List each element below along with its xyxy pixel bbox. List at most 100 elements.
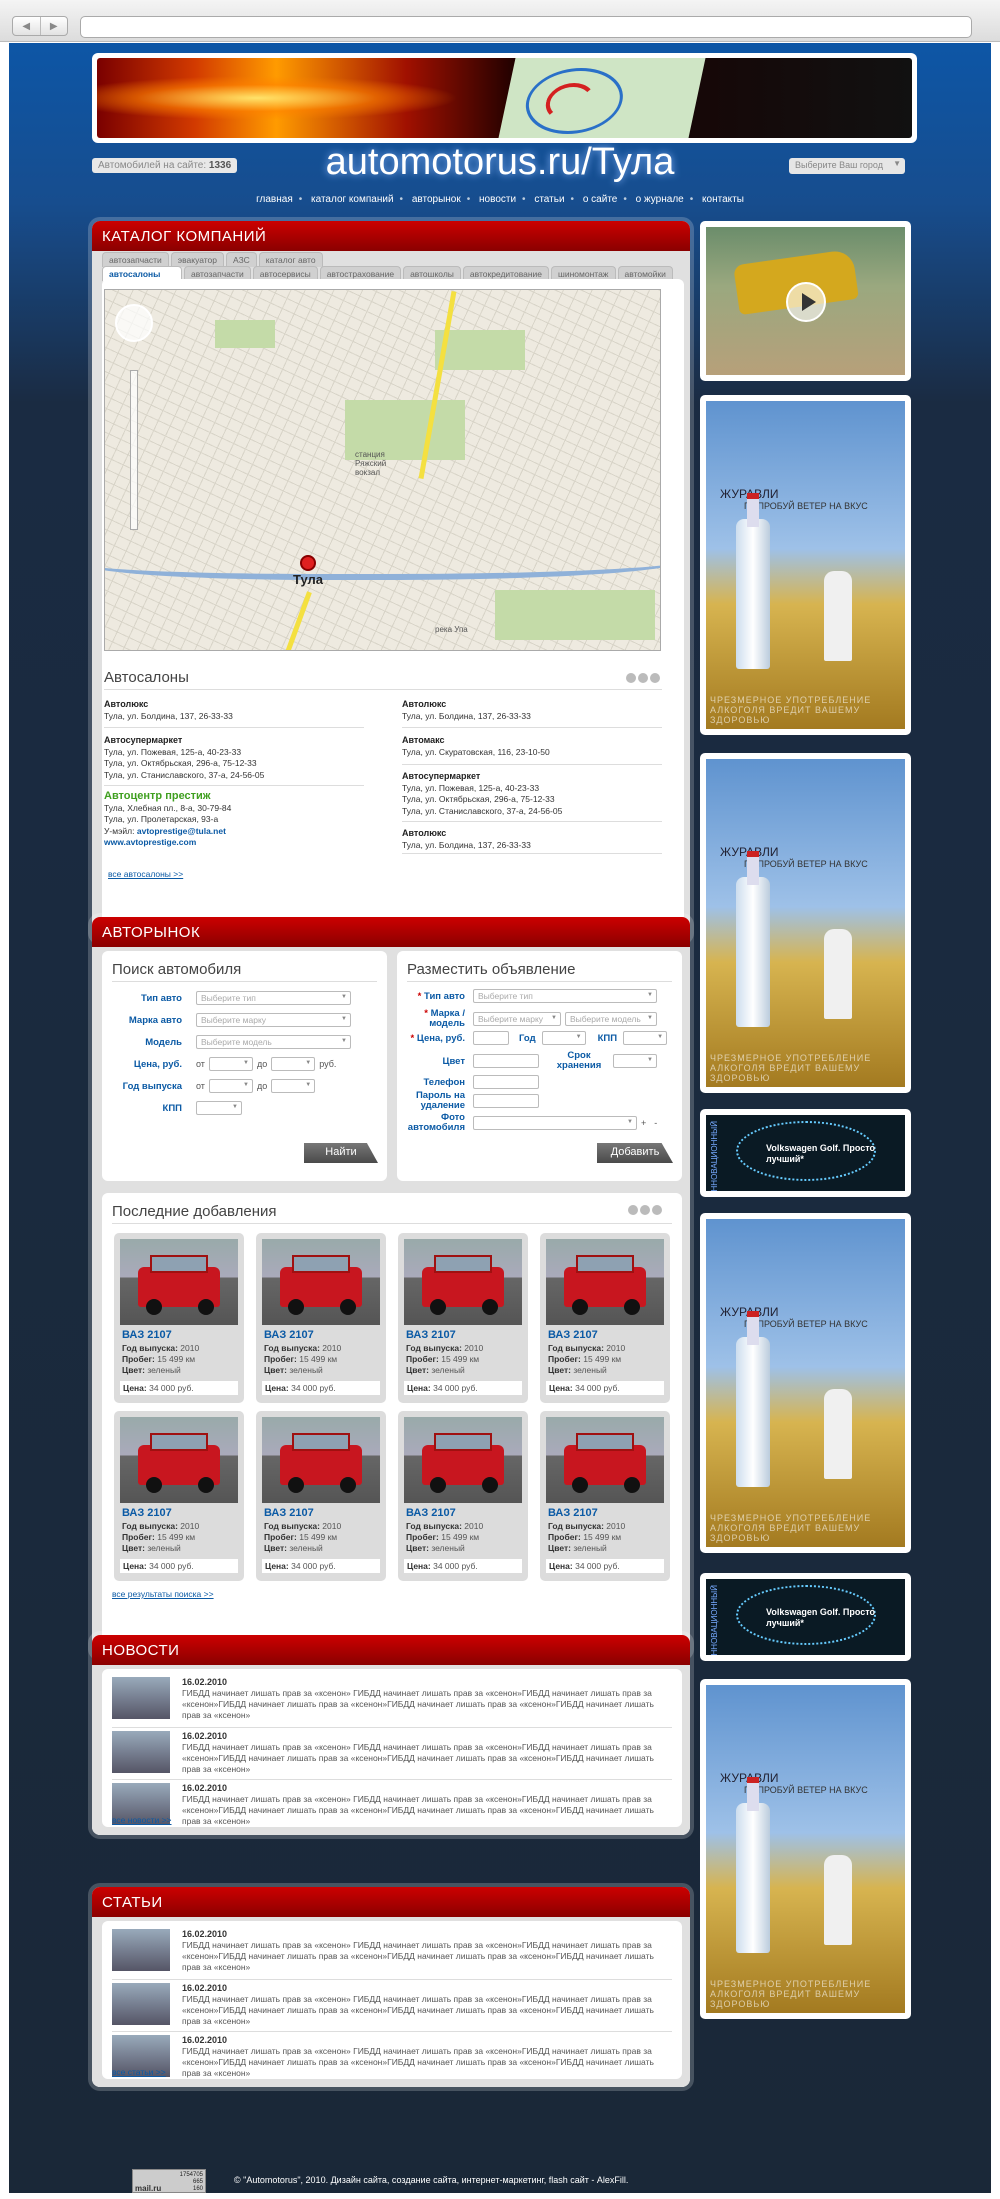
dealer-entry[interactable]: Автомакс Тула, ул. Скуратовская, 116, 23-… — [402, 735, 550, 758]
post-brand-select[interactable]: Выберите марку — [473, 1012, 561, 1026]
car-name[interactable]: ВАЗ 2107 — [548, 1507, 598, 1519]
vodka-ad[interactable]: ЖУРАВЛИПОПРОБУЙ ВЕТЕР НА ВКУСЧРЕЗМЕРНОЕ … — [700, 1679, 911, 2019]
dealer-site-link[interactable]: www.avtoprestige.com — [104, 837, 196, 847]
post-kpp-select[interactable] — [623, 1031, 668, 1045]
car-photo[interactable] — [262, 1239, 380, 1325]
car-card[interactable]: ВАЗ 2107 Год выпуска: 2010 Пробег: 15 499 … — [256, 1411, 386, 1581]
vodka-ad[interactable]: ЖУРАВЛИПОПРОБУЙ ВЕТЕР НА ВКУСЧРЕЗМЕРНОЕ … — [700, 395, 911, 735]
car-card[interactable]: ВАЗ 2107 Год выпуска: 2010 Пробег: 15 499 … — [114, 1233, 244, 1403]
tab-tow[interactable]: эвакуатор — [170, 252, 225, 267]
article-item[interactable]: 16.02.2010 ГИБДД начинает лишать прав за … — [112, 1929, 672, 1981]
post-password-input[interactable] — [473, 1094, 539, 1108]
nav-articles[interactable]: статьи — [534, 194, 564, 205]
add-button[interactable]: Добавить — [597, 1143, 673, 1163]
video-ad[interactable] — [700, 221, 911, 381]
car-card[interactable]: ВАЗ 2107 Год выпуска: 2010 Пробег: 15 499 … — [398, 1233, 528, 1403]
forward-icon[interactable]: ▶ — [41, 17, 68, 35]
city-select[interactable]: ▼ Выберите Ваш город — [789, 158, 905, 174]
search-model-select[interactable]: Выберите модель — [196, 1035, 351, 1049]
price-to-select[interactable] — [271, 1057, 316, 1071]
car-name[interactable]: ВАЗ 2107 — [122, 1329, 172, 1341]
map-pan-control[interactable] — [115, 304, 153, 342]
tab-gas[interactable]: АЗС — [226, 252, 257, 267]
vw-ad[interactable]: ИННОВАЦИОННЫЙ Volkswagen Golf. Просто луч… — [700, 1109, 911, 1197]
dealer-entry[interactable]: Автосупермаркет Тула, ул. Пожевая, 125-а,… — [104, 735, 264, 781]
remove-photo-button[interactable]: - — [654, 1118, 657, 1128]
car-name[interactable]: ВАЗ 2107 — [406, 1507, 456, 1519]
all-dealers-link[interactable]: все автосалоны >> — [108, 869, 183, 879]
price-from-select[interactable] — [208, 1057, 253, 1071]
car-photo[interactable] — [404, 1239, 522, 1325]
post-phone-input[interactable] — [473, 1075, 539, 1089]
header-banner[interactable] — [92, 53, 917, 143]
dealer-entry[interactable]: Автолюкс Тула, ул. Болдина, 137, 26-33-33 — [402, 699, 531, 722]
dealer-email-link[interactable]: avtoprestige@tula.net — [137, 826, 226, 836]
play-icon[interactable] — [786, 282, 826, 322]
news-item[interactable]: 16.02.2010 ГИБДД начинает лишать прав за … — [112, 1783, 672, 1835]
all-news-link[interactable]: все новости >> — [112, 1815, 172, 1825]
nav-about[interactable]: о сайте — [583, 194, 618, 205]
car-name[interactable]: ВАЗ 2107 — [548, 1329, 598, 1341]
panel-controls[interactable] — [626, 1205, 662, 1215]
post-model-select[interactable]: Выберите модель — [565, 1012, 657, 1026]
search-button[interactable]: Найти — [304, 1143, 378, 1163]
car-card[interactable]: ВАЗ 2107 Год выпуска: 2010 Пробег: 15 499 … — [540, 1411, 670, 1581]
map-zoom-slider[interactable] — [130, 370, 138, 530]
post-price-input[interactable] — [473, 1031, 509, 1045]
nav-catalog[interactable]: каталог компаний — [311, 194, 394, 205]
car-name[interactable]: ВАЗ 2107 — [264, 1329, 314, 1341]
post-color-input[interactable] — [473, 1054, 539, 1068]
liveinternet-counter[interactable]: mail.ru 1754705 665 160 — [132, 2169, 206, 2193]
dealer-entry[interactable]: Автолюкс Тула, ул. Болдина, 137, 26-33-33 — [402, 828, 531, 851]
nav-contacts[interactable]: контакты — [702, 194, 744, 205]
dealer-entry[interactable]: Автолюкс Тула, ул. Болдина, 137, 26-33-33 — [104, 699, 233, 722]
car-name[interactable]: ВАЗ 2107 — [122, 1507, 172, 1519]
car-name[interactable]: ВАЗ 2107 — [264, 1507, 314, 1519]
car-price: Цена: 34 000 руб. — [404, 1381, 522, 1395]
city-map[interactable]: Тула станция Ряжский вокзал река Упа — [104, 289, 661, 651]
back-icon[interactable]: ◀ — [13, 17, 41, 35]
car-photo[interactable] — [120, 1239, 238, 1325]
all-results-link[interactable]: все результаты поиска >> — [112, 1589, 214, 1599]
address-bar[interactable] — [80, 16, 972, 38]
man-image — [824, 929, 852, 1019]
all-articles-link[interactable]: все статьи >> — [112, 2067, 166, 2077]
car-photo[interactable] — [404, 1417, 522, 1503]
add-photo-button[interactable]: + — [641, 1118, 646, 1128]
post-term-select[interactable] — [613, 1054, 657, 1068]
nav-journal[interactable]: о журнале — [636, 194, 684, 205]
vodka-ad[interactable]: ЖУРАВЛИПОПРОБУЙ ВЕТЕР НА ВКУСЧРЕЗМЕРНОЕ … — [700, 753, 911, 1093]
car-card[interactable]: ВАЗ 2107 Год выпуска: 2010 Пробег: 15 499 … — [114, 1411, 244, 1581]
car-photo[interactable] — [546, 1417, 664, 1503]
post-type-select[interactable]: Выберите тип — [473, 989, 657, 1003]
article-item[interactable]: 16.02.2010 ГИБДД начинает лишать прав за … — [112, 1983, 672, 2035]
year-from-select[interactable] — [208, 1079, 253, 1093]
search-type-select[interactable]: Выберите тип — [196, 991, 351, 1005]
car-photo[interactable] — [262, 1417, 380, 1503]
nav-home[interactable]: главная — [256, 194, 293, 205]
car-card[interactable]: ВАЗ 2107 Год выпуска: 2010 Пробег: 15 499 … — [398, 1411, 528, 1581]
dealer-entry[interactable]: Автосупермаркет Тула, ул. Пожевая, 125-а,… — [402, 771, 562, 817]
car-card[interactable]: ВАЗ 2107 Год выпуска: 2010 Пробег: 15 499 … — [540, 1233, 670, 1403]
post-photo-input[interactable] — [473, 1116, 637, 1130]
car-photo[interactable] — [546, 1239, 664, 1325]
tab-parts-top[interactable]: автозапчасти — [102, 252, 169, 267]
vodka-ad[interactable]: ЖУРАВЛИПОПРОБУЙ ВЕТЕР НА ВКУСЧРЕЗМЕРНОЕ … — [700, 1213, 911, 1553]
news-item[interactable]: 16.02.2010 ГИБДД начинает лишать прав за … — [112, 1731, 672, 1783]
map-marker-icon[interactable] — [300, 555, 316, 571]
car-photo[interactable] — [120, 1417, 238, 1503]
vw-ad[interactable]: ИННОВАЦИОННЫЙ Volkswagen Golf. Просто луч… — [700, 1573, 911, 1661]
car-name[interactable]: ВАЗ 2107 — [406, 1329, 456, 1341]
nav-news[interactable]: новости — [479, 194, 516, 205]
tab-car-catalog[interactable]: каталог авто — [258, 252, 323, 267]
search-brand-select[interactable]: Выберите марку — [196, 1013, 351, 1027]
kpp-select[interactable] — [196, 1101, 242, 1115]
year-to-select[interactable] — [271, 1079, 316, 1093]
dealer-entry[interactable]: Автоцентр престиж Тула, Хлебная пл., 8-а,… — [104, 790, 231, 849]
news-item[interactable]: 16.02.2010 ГИБДД начинает лишать прав за … — [112, 1677, 672, 1729]
nav-market[interactable]: авторынок — [412, 194, 461, 205]
panel-controls[interactable] — [624, 673, 660, 683]
car-card[interactable]: ВАЗ 2107 Год выпуска: 2010 Пробег: 15 499 … — [256, 1233, 386, 1403]
article-item[interactable]: 16.02.2010 ГИБДД начинает лишать прав за … — [112, 2035, 672, 2087]
post-year-select[interactable] — [541, 1031, 586, 1045]
